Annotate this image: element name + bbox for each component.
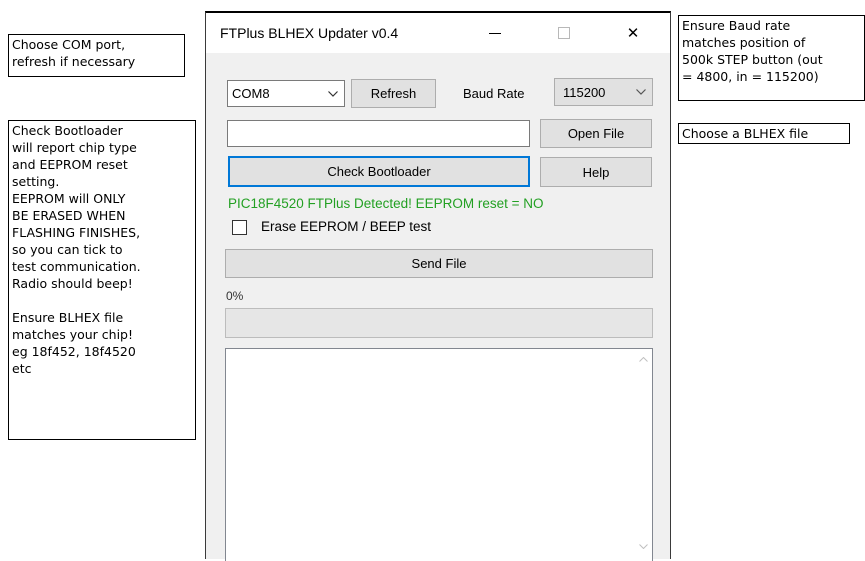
erase-eeprom-checkbox[interactable] [232, 220, 247, 235]
log-scrollbar[interactable] [635, 349, 652, 561]
chevron-up-icon[interactable] [635, 351, 652, 368]
close-icon: ✕ [626, 25, 640, 42]
baud-rate-value: 115200 [563, 84, 606, 100]
close-button[interactable]: ✕ [610, 13, 656, 53]
maximize-icon [558, 27, 570, 39]
maximize-button[interactable] [541, 13, 587, 53]
detect-status-text: PIC18F4520 FTPlus Detected! EEPROM reset… [228, 196, 544, 211]
progress-bar [225, 308, 653, 338]
chevron-down-icon [322, 90, 344, 97]
com-port-select[interactable]: COM8 [227, 80, 345, 107]
window-title: FTPlus BLHEX Updater v0.4 [220, 25, 399, 41]
annotation-bootloader: Check Bootloader will report chip type a… [8, 120, 196, 440]
chevron-down-icon [630, 89, 652, 95]
progress-percent: 0% [226, 289, 244, 303]
title-bar[interactable]: FTPlus BLHEX Updater v0.4 ✕ [206, 13, 670, 53]
minimize-icon [489, 32, 501, 34]
erase-eeprom-label[interactable]: Erase EEPROM / BEEP test [261, 219, 431, 234]
log-content [226, 349, 652, 357]
minimize-button[interactable] [472, 13, 518, 53]
open-file-button[interactable]: Open File [540, 119, 652, 148]
app-window: FTPlus BLHEX Updater v0.4 ✕ COM8 Refresh… [205, 11, 671, 561]
baud-rate-label: Baud Rate [463, 86, 525, 101]
log-textarea[interactable] [225, 348, 653, 561]
annotation-blhex-file: Choose a BLHEX file [678, 123, 850, 144]
file-path-input[interactable] [227, 120, 530, 147]
chevron-down-icon[interactable] [635, 538, 652, 555]
help-button[interactable]: Help [540, 157, 652, 187]
annotation-com-port: Choose COM port, refresh if necessary [8, 34, 185, 77]
check-bootloader-button[interactable]: Check Bootloader [228, 156, 530, 187]
send-file-button[interactable]: Send File [225, 249, 653, 278]
baud-rate-select[interactable]: 115200 [554, 78, 653, 106]
refresh-button[interactable]: Refresh [351, 79, 436, 108]
com-port-value: COM8 [232, 86, 270, 101]
annotation-baud-rate: Ensure Baud rate matches position of 500… [678, 15, 865, 101]
